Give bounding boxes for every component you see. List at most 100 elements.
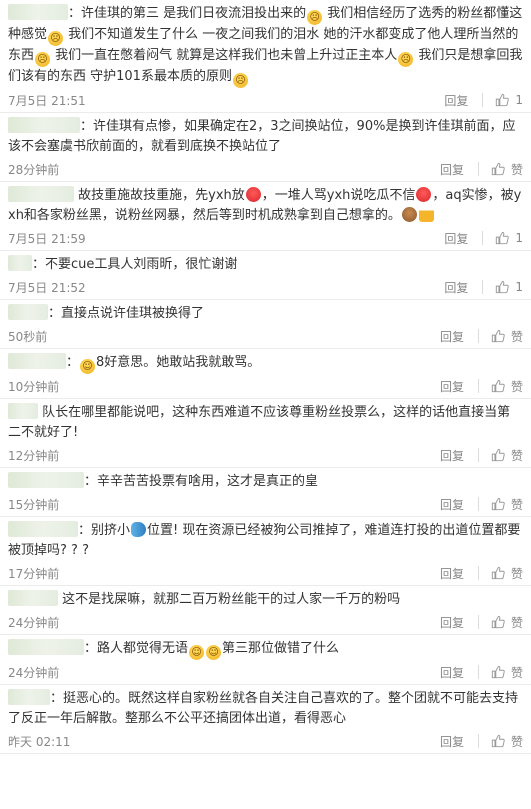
comment-timestamp: 24分钟前 xyxy=(8,615,60,630)
thumbs-up-icon xyxy=(491,665,511,679)
like-button[interactable]: 赞 xyxy=(491,447,523,464)
reply-button[interactable]: 回复 xyxy=(444,230,468,247)
reply-button[interactable]: 回复 xyxy=(440,447,464,464)
username-redacted[interactable] xyxy=(8,353,66,369)
username-redacted[interactable] xyxy=(8,689,50,705)
thumbs-up-icon xyxy=(495,93,515,107)
like-button[interactable]: 赞 xyxy=(491,614,523,631)
like-button[interactable]: 赞 xyxy=(491,496,523,513)
divider xyxy=(477,665,479,679)
comment-timestamp: 50秒前 xyxy=(8,329,48,344)
comment-timestamp: 7月5日 21:51 xyxy=(8,93,86,108)
comment-item: ：挺恶心的。既然这样自家粉丝就各自关注自己喜欢的了。整个团就不可能去支持了反正一… xyxy=(0,685,531,754)
comment-timestamp: 12分钟前 xyxy=(8,448,60,463)
username-colon: ： xyxy=(50,691,64,706)
like-label: 赞 xyxy=(510,566,523,581)
divider xyxy=(482,93,484,107)
thumbs-up-icon xyxy=(491,329,511,343)
comment-meta: 24分钟前 回复 赞 xyxy=(8,610,523,634)
thumbs-up-icon xyxy=(491,615,511,629)
comment-meta: 昨天 02:11 回复 赞 xyxy=(8,729,523,753)
divider xyxy=(477,379,479,393)
username-redacted[interactable] xyxy=(8,472,84,488)
like-button[interactable]: 1 xyxy=(495,231,523,245)
sad-emoji-icon: ☹ xyxy=(48,31,64,46)
comment-text: 挺恶心的。既然这样自家粉丝就各自关注自己喜欢的了。整个团就不可能去支持了反正一年… xyxy=(8,691,519,726)
username-redacted[interactable] xyxy=(8,117,80,133)
comment-text: 辛辛苦苦投票有啥用，这才是真正的皇 xyxy=(97,474,319,489)
like-button[interactable]: 赞 xyxy=(491,733,523,750)
username-redacted[interactable] xyxy=(8,403,38,419)
comment-body: ：许佳琪有点惨，如果确定在2，3之间换站位，90%是换到许佳琪前面，应该不会塞虞… xyxy=(8,117,523,157)
username-redacted[interactable] xyxy=(8,255,32,271)
reply-button[interactable]: 回复 xyxy=(444,92,468,109)
comment-item: 这不是找屎嘛，就那二百万粉丝能干的过人家一千万的粉吗 24分钟前 回复 赞 xyxy=(0,586,531,635)
reply-button[interactable]: 回复 xyxy=(440,664,464,681)
like-count: 1 xyxy=(515,93,523,107)
sad-emoji-icon: ☹ xyxy=(232,73,248,88)
comment-meta: 12分钟前 回复 赞 xyxy=(8,443,523,467)
comment-text: 不要cue工具人刘雨昕，很忙谢谢 xyxy=(45,257,238,272)
comment-timestamp: 15分钟前 xyxy=(8,497,60,512)
dog-emoji-icon xyxy=(401,207,417,222)
divider xyxy=(482,231,484,245)
comment-meta: 24分钟前 回复 赞 xyxy=(8,660,523,684)
comment-body: ： ☺ 8好意思。她敢站我就敢骂。 xyxy=(8,353,523,374)
username-redacted[interactable] xyxy=(8,521,78,537)
like-button[interactable]: 1 xyxy=(495,93,523,107)
username-colon: ： xyxy=(84,474,98,489)
like-label: 赞 xyxy=(510,448,523,463)
thumbs-up-icon xyxy=(491,162,511,176)
username-colon: ： xyxy=(66,355,80,370)
comment-item: ：不要cue工具人刘雨昕，很忙谢谢 7月5日 21:52 回复 1 xyxy=(0,251,531,300)
username-redacted[interactable] xyxy=(8,304,48,320)
comment-item: 故技重施故技重施，先yxh放 ，一堆人骂yxh说吃瓜不信 ，aq实惨，被yxh和各家… xyxy=(0,182,531,251)
reply-button[interactable]: 回复 xyxy=(440,328,464,345)
comment-timestamp: 17分钟前 xyxy=(8,566,60,581)
comment-body: ：不要cue工具人刘雨昕，很忙谢谢 xyxy=(8,255,523,275)
sad-emoji-icon: ☹ xyxy=(307,10,323,25)
like-button[interactable]: 赞 xyxy=(491,565,523,582)
like-button[interactable]: 赞 xyxy=(491,161,523,178)
reply-button[interactable]: 回复 xyxy=(440,614,464,631)
like-button[interactable]: 赞 xyxy=(491,378,523,395)
username-redacted[interactable] xyxy=(8,186,74,202)
comment-meta: 7月5日 21:59 回复 1 xyxy=(8,226,523,250)
divider xyxy=(477,162,479,176)
username-redacted[interactable] xyxy=(8,4,68,20)
comment-timestamp: 10分钟前 xyxy=(8,379,60,394)
like-label: 赞 xyxy=(510,665,523,680)
comment-text: 第三那位做错了什么 xyxy=(222,641,340,656)
reply-button[interactable]: 回复 xyxy=(440,565,464,582)
thumbs-up-icon xyxy=(491,497,511,511)
reply-button[interactable]: 回复 xyxy=(444,279,468,296)
comment-body: 队长在哪里都能说吧，这种东西难道不应该尊重粉丝投票么，这样的话他直接当第二不就好… xyxy=(8,403,523,443)
like-button[interactable]: 赞 xyxy=(491,328,523,345)
like-button[interactable]: 1 xyxy=(495,280,523,294)
reply-button[interactable]: 回复 xyxy=(440,733,464,750)
reply-button[interactable]: 回复 xyxy=(440,496,464,513)
melon-emoji-icon xyxy=(416,187,432,202)
comment-text: 8好意思。她敢站我就敢骂。 xyxy=(96,355,261,370)
divider xyxy=(477,566,479,580)
reply-button[interactable]: 回复 xyxy=(440,161,464,178)
comment-timestamp: 7月5日 21:52 xyxy=(8,280,86,295)
like-button[interactable]: 赞 xyxy=(491,664,523,681)
username-colon: ： xyxy=(32,257,46,272)
divider xyxy=(482,280,484,294)
comment-body: ：挺恶心的。既然这样自家粉丝就各自关注自己喜欢的了。整个团就不可能去支持了反正一… xyxy=(8,689,523,729)
reply-button[interactable]: 回复 xyxy=(440,378,464,395)
comment-meta: 10分钟前 回复 赞 xyxy=(8,374,523,398)
comment-item: ： ☺ 8好意思。她敢站我就敢骂。 10分钟前 回复 赞 xyxy=(0,349,531,399)
username-redacted[interactable] xyxy=(8,590,58,606)
thumbs-up-icon xyxy=(495,280,515,294)
username-colon: ： xyxy=(48,306,62,321)
username-redacted[interactable] xyxy=(8,639,84,655)
comment-item: ：别挤小 位置! 现在资源已经被狗公司推掉了，难道连打投的出道位置都要被顶掉吗? … xyxy=(0,517,531,586)
comment-meta: 17分钟前 回复 赞 xyxy=(8,561,523,585)
comment-text: 直接点说许佳琪被换得了 xyxy=(61,306,205,321)
like-label: 赞 xyxy=(510,379,523,394)
comment-body: 故技重施故技重施，先yxh放 ，一堆人骂yxh说吃瓜不信 ，aq实惨，被yxh和各家… xyxy=(8,186,523,226)
comment-text: 这不是找屎嘛，就那二百万粉丝能干的过人家一千万的粉吗 xyxy=(62,592,401,607)
comment-meta: 28分钟前 回复 赞 xyxy=(8,157,523,181)
